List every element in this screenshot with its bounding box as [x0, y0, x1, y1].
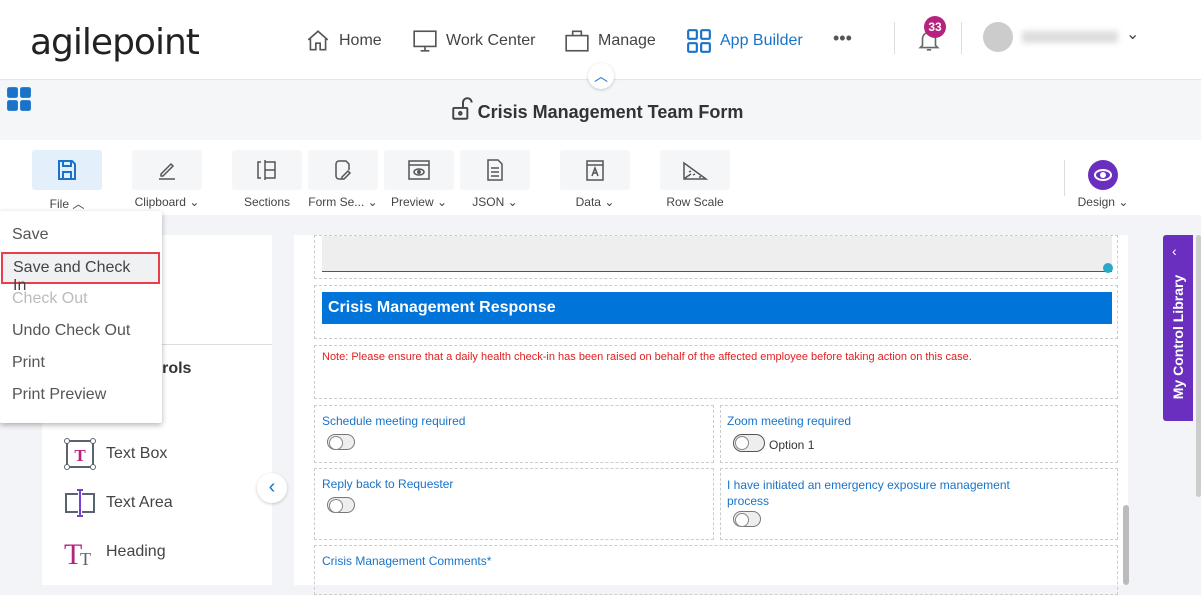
preview-icon — [408, 160, 430, 180]
field-label: Crisis Management Comments* — [322, 554, 492, 568]
collapse-panel-button[interactable]: ‹ — [257, 473, 287, 503]
toggle-switch[interactable] — [733, 434, 765, 452]
my-control-library-tab[interactable]: ‹ My Control Library — [1163, 235, 1193, 421]
save-icon — [58, 160, 76, 180]
nav-app-builder[interactable]: App Builder — [686, 28, 803, 54]
field-label: Schedule meeting required — [322, 414, 466, 428]
username-blurred — [1022, 31, 1118, 43]
svg-text:T: T — [80, 549, 91, 568]
svg-text:T: T — [74, 446, 86, 465]
avatar[interactable] — [983, 22, 1013, 52]
menu-item-save[interactable]: Save — [0, 220, 162, 252]
agilepoint-logo: agilepoint — [30, 22, 200, 63]
menu-item-print-preview[interactable]: Print Preview — [0, 380, 162, 412]
sections-button[interactable]: Sections — [232, 150, 302, 209]
toggle-switch[interactable] — [733, 511, 761, 527]
nav-manage[interactable]: Manage — [564, 28, 656, 54]
grid-icon — [687, 29, 711, 53]
monitor-icon — [413, 30, 437, 52]
clipboard-button[interactable]: Clipboard ⌄ — [132, 150, 202, 209]
nav-work-center[interactable]: Work Center — [412, 28, 536, 54]
toggle-switch[interactable] — [327, 497, 355, 513]
toggle-switch[interactable] — [327, 434, 355, 450]
database-icon — [1103, 263, 1113, 273]
field-reply: Reply back to Requester — [314, 468, 714, 540]
nav-home[interactable]: Home — [305, 28, 382, 54]
home-icon — [307, 30, 329, 51]
row-scale-button[interactable]: Row Scale — [660, 150, 730, 209]
toolbar: File ︿ Clipboard ⌄ Sections Form Se... ⌄… — [0, 140, 1201, 215]
text-area-icon — [65, 489, 95, 517]
section-header: Crisis Management Response — [322, 292, 1112, 324]
data-button[interactable]: Data ⌄ — [560, 150, 630, 209]
divider — [894, 22, 895, 54]
heading-icon: TT — [64, 538, 91, 568]
field-schedule: Schedule meeting required — [314, 405, 714, 463]
json-file-icon — [487, 159, 503, 181]
more-menu-button[interactable]: ••• — [833, 28, 852, 49]
control-text-box[interactable]: T Text Box — [64, 438, 167, 470]
library-label: My Control Library — [1170, 274, 1186, 400]
form-settings-icon — [335, 160, 352, 180]
chevron-left-icon: ‹ — [1172, 243, 1177, 259]
menu-item-undo-check-out[interactable]: Undo Check Out — [0, 316, 162, 348]
file-menu: Save Save and Check In Check Out Undo Ch… — [0, 211, 162, 423]
page-title: Crisis Management Team Form — [477, 102, 744, 122]
toggle-option-label: Option 1 — [769, 438, 815, 452]
briefcase-icon — [565, 30, 589, 52]
field-label: Zoom meeting required — [727, 414, 852, 428]
collapse-header-button[interactable]: ︿ — [588, 63, 614, 89]
design-button[interactable]: Design ⌄ — [1068, 150, 1138, 209]
control-text-area[interactable]: Text Area — [64, 487, 173, 519]
json-button[interactable]: JSON ⌄ — [460, 150, 530, 209]
field-label: Reply back to Requester — [322, 477, 454, 491]
scrollbar[interactable] — [1196, 235, 1201, 497]
divider — [961, 22, 962, 54]
field-exposure: I have initiated an emergency exposure m… — [720, 468, 1118, 540]
form-row — [314, 235, 1118, 279]
scrollbar[interactable] — [1123, 505, 1129, 585]
pencil-icon — [159, 162, 175, 180]
notification-badge: 33 — [924, 16, 946, 38]
data-icon — [586, 160, 604, 181]
field-label: I have initiated an emergency exposure m… — [727, 478, 1010, 508]
field-zoom: Zoom meeting required Option 1 — [720, 405, 1118, 463]
file-button[interactable]: File ︿ — [32, 150, 102, 212]
divider — [1064, 160, 1065, 196]
note-row: Note: Please ensure that a daily health … — [314, 345, 1118, 399]
chevron-down-icon[interactable]: ⌄ — [1126, 24, 1139, 44]
field-comments: Crisis Management Comments* — [314, 545, 1118, 595]
form-row: Crisis Management Response — [314, 285, 1118, 339]
text-box-icon: T — [64, 438, 96, 470]
menu-item-save-and-check-in[interactable]: Save and Check In — [1, 252, 160, 294]
eye-icon — [1094, 169, 1112, 181]
form-canvas: Crisis Management Response Note: Please … — [294, 235, 1128, 595]
preview-button[interactable]: Preview ⌄ — [384, 150, 454, 209]
input-field[interactable] — [322, 236, 1112, 272]
form-settings-button[interactable]: Form Se... ⌄ — [308, 150, 378, 209]
control-heading[interactable]: T T Heading — [64, 536, 166, 568]
sections-icon — [257, 160, 276, 180]
menu-item-print[interactable]: Print — [0, 348, 162, 380]
menu-item-check-out: Check Out — [12, 290, 88, 307]
ruler-icon — [683, 161, 709, 180]
note-text: Note: Please ensure that a daily health … — [322, 351, 972, 363]
